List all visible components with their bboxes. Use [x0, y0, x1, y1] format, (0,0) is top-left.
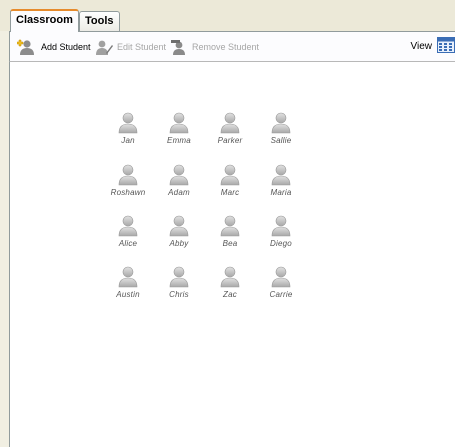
student-name: Jan	[121, 136, 135, 145]
student-icon	[205, 164, 255, 186]
student-icon	[256, 112, 306, 134]
student-seat[interactable]: Alice	[103, 215, 153, 255]
student-seat[interactable]: Sallie	[256, 112, 306, 152]
add-user-icon	[17, 39, 37, 55]
student-icon	[256, 266, 306, 288]
student-seat[interactable]: Austin	[103, 266, 153, 306]
student-icon	[103, 112, 153, 134]
student-name: Parker	[217, 136, 243, 145]
student-seat[interactable]: Carrie	[256, 266, 306, 306]
student-seat[interactable]: Parker	[205, 112, 255, 152]
student-name: Maria	[270, 188, 292, 197]
student-seat[interactable]: Roshawn	[103, 164, 153, 204]
student-seat[interactable]: Diego	[256, 215, 306, 255]
student-icon	[205, 215, 255, 237]
add-student-label: Add Student	[41, 42, 91, 52]
remove-user-icon	[170, 39, 188, 55]
student-icon	[154, 112, 204, 134]
student-seat[interactable]: Marc	[205, 164, 255, 204]
student-icon	[256, 164, 306, 186]
student-seat[interactable]: Maria	[256, 164, 306, 204]
student-name: Austin	[116, 290, 140, 299]
tab-tools[interactable]: Tools	[79, 11, 120, 31]
student-name: Bea	[222, 239, 238, 248]
student-seat[interactable]: Bea	[205, 215, 255, 255]
student-icon	[103, 215, 153, 237]
student-seat[interactable]: Zac	[205, 266, 255, 306]
student-icon	[154, 215, 204, 237]
student-icon	[205, 266, 255, 288]
student-icon	[103, 266, 153, 288]
remove-student-label: Remove Student	[192, 42, 260, 52]
classroom-seating-area: Jan Emma Parker Sallie Roshawn Adam Marc Maria A…	[9, 61, 455, 447]
view-label: View	[410, 41, 433, 52]
student-name: Carrie	[269, 290, 293, 299]
tab-classroom[interactable]: Classroom	[10, 9, 79, 32]
student-icon	[205, 112, 255, 134]
student-name: Zac	[223, 290, 237, 299]
student-icon	[103, 164, 153, 186]
edit-student-label: Edit Student	[117, 42, 167, 52]
student-name: Alice	[118, 239, 138, 248]
student-name: Chris	[169, 290, 189, 299]
student-name: Adam	[168, 188, 190, 197]
view-button[interactable]: View	[411, 37, 455, 56]
add-student-button[interactable]: Add Student	[17, 39, 91, 55]
calendar-grid-icon	[437, 37, 455, 56]
student-seat[interactable]: Emma	[154, 112, 204, 152]
app-window: Classroom Tools Add Student Edit Student…	[0, 0, 455, 447]
student-name: Marc	[220, 188, 240, 197]
tab-bar: Classroom Tools	[0, 0, 455, 32]
student-seat[interactable]: Chris	[154, 266, 204, 306]
student-name: Emma	[167, 136, 191, 145]
remove-student-button[interactable]: Remove Student	[170, 39, 259, 55]
student-seat[interactable]: Adam	[154, 164, 204, 204]
toolbar: Add Student Edit Student Remove Student …	[9, 31, 455, 61]
student-seat[interactable]: Abby	[154, 215, 204, 255]
student-icon	[154, 164, 204, 186]
student-name: Abby	[169, 239, 189, 248]
student-icon	[256, 215, 306, 237]
student-seat[interactable]: Jan	[103, 112, 153, 152]
student-icon	[154, 266, 204, 288]
edit-student-button[interactable]: Edit Student	[95, 39, 166, 55]
edit-user-icon	[95, 39, 113, 55]
student-name: Diego	[270, 239, 292, 248]
student-name: Roshawn	[110, 188, 146, 197]
student-name: Sallie	[270, 136, 292, 145]
